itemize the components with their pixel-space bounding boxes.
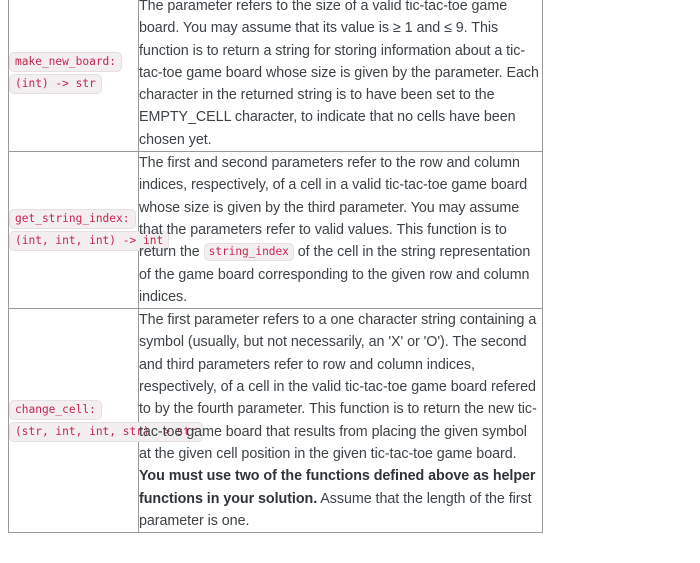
signature-cell: change_cell: (str, int, int, str) -> str [8,308,203,534]
signature-chips: change_cell: (str, int, int, str) -> str [9,399,203,443]
function-specification-table: make_new_board: (int) -> str The paramet… [8,0,543,534]
description-cell: The first and second parameters refer to… [138,151,543,310]
signature-chips: get_string_index: (int, int, int) -> int [9,208,170,252]
function-name-chip: change_cell: [9,399,102,420]
table-row: make_new_board: (int) -> str The paramet… [8,0,543,153]
table-row: get_string_index: (int, int, int) -> int… [8,151,543,310]
inline-code-chip: string_index [203,243,294,262]
description-text: The first parameter refers to a one char… [139,312,537,529]
emphasized-text: You must use two of the functions define… [139,468,536,507]
function-types-chip: (int) -> str [9,74,102,95]
function-name-chip: make_new_board: [9,52,123,73]
description-text: The parameter refers to the size of a va… [139,0,539,148]
function-name-chip: get_string_index: [9,209,136,230]
description-cell: The parameter refers to the size of a va… [138,0,543,153]
description-text: The first and second parameters refer to… [139,155,531,305]
signature-cell: make_new_board: (int) -> str [8,0,139,153]
page-root: make_new_board: (int) -> str The paramet… [0,0,700,563]
description-cell: The first parameter refers to a one char… [138,308,543,534]
table-row: change_cell: (str, int, int, str) -> str… [8,308,543,534]
table-body: make_new_board: (int) -> str The paramet… [8,0,543,534]
signature-cell: get_string_index: (int, int, int) -> int [8,151,170,310]
table-scroll-viewport: make_new_board: (int) -> str The paramet… [8,0,544,563]
signature-chips: make_new_board: (int) -> str [9,51,138,95]
